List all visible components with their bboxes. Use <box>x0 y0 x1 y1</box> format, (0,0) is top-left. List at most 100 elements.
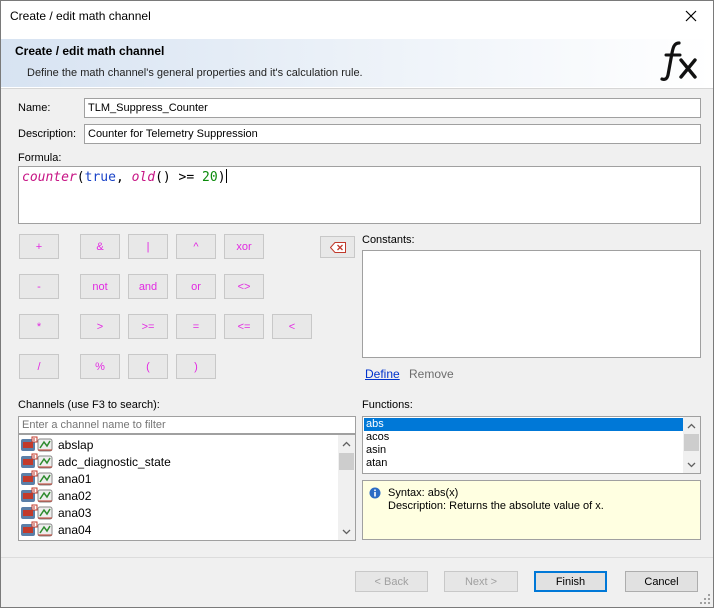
channel-name: ana02 <box>58 488 92 503</box>
list-item[interactable]: ana04 <box>20 521 91 538</box>
op-lt-button[interactable]: < <box>272 314 312 339</box>
formula-function: counter <box>22 170 77 185</box>
fx-icon <box>660 41 697 81</box>
window-title: Create / edit math channel <box>10 9 151 23</box>
scroll-down-arrow[interactable] <box>338 523 355 540</box>
syntax-text: Syntax: abs(x) <box>388 487 459 499</box>
op-lparen-button[interactable]: ( <box>128 354 168 379</box>
op-not-button[interactable]: not <box>80 274 120 299</box>
op-lte-button[interactable]: <= <box>224 314 264 339</box>
finish-button[interactable]: Finish <box>534 571 607 592</box>
channel-name: abslap <box>58 437 94 452</box>
op-gte-button[interactable]: >= <box>128 314 168 339</box>
channels-label: Channels (use F3 to search): <box>18 399 160 411</box>
op-or-button[interactable]: or <box>176 274 216 299</box>
formula-function: old <box>131 170 156 185</box>
scroll-down-arrow[interactable] <box>683 456 700 473</box>
define-link[interactable]: Define <box>365 367 400 381</box>
remove-link[interactable]: Remove <box>409 367 454 381</box>
op-amp-button[interactable]: & <box>80 234 120 259</box>
title-bar: Create / edit math channel <box>1 1 713 31</box>
dialog-header: Create / edit math channel Define the ma… <box>1 31 713 89</box>
op-div-button[interactable]: / <box>19 354 59 379</box>
formula-text: ) <box>217 170 226 185</box>
name-label: Name: <box>18 102 51 114</box>
list-item[interactable]: ana03 <box>20 504 91 521</box>
math-channel-dialog: Create / edit math channel Create / edit… <box>0 0 714 608</box>
formula-text: , <box>115 170 132 185</box>
list-item[interactable]: adc_diagnostic_state <box>20 453 171 470</box>
formula-text: () >= <box>155 170 203 185</box>
chevron-down-icon <box>687 462 696 467</box>
op-mod-button[interactable]: % <box>80 354 120 379</box>
description-input[interactable]: Counter for Telemetry Suppression <box>84 124 701 144</box>
functions-label: Functions: <box>362 399 413 411</box>
functions-scrollbar[interactable] <box>683 417 700 473</box>
op-xor-button[interactable]: xor <box>224 234 264 259</box>
formula-keyword: true <box>84 170 116 185</box>
syntax-help-box: Syntax: abs(x) Description: Returns the … <box>362 480 701 540</box>
op-and-button[interactable]: and <box>128 274 168 299</box>
description-label: Description: <box>18 128 77 140</box>
channels-list[interactable]: abslap adc_diagnostic_state ana01 ana02 … <box>18 434 356 541</box>
function-item-acos[interactable]: acos <box>364 431 683 444</box>
list-item[interactable]: ana02 <box>20 487 91 504</box>
scroll-up-arrow[interactable] <box>338 435 355 452</box>
header-title: Create / edit math channel <box>15 44 165 58</box>
channel-name: ana01 <box>58 471 92 486</box>
cancel-button[interactable]: Cancel <box>625 571 698 592</box>
list-item[interactable]: ana01 <box>20 470 91 487</box>
close-icon <box>685 10 697 22</box>
channel-icon <box>21 521 53 537</box>
channel-icon <box>21 436 53 452</box>
op-mult-button[interactable]: * <box>19 314 59 339</box>
op-pipe-button[interactable]: | <box>128 234 168 259</box>
backspace-icon <box>329 241 346 253</box>
channel-icon <box>21 487 53 503</box>
info-icon <box>369 487 381 499</box>
channel-icon <box>21 453 53 469</box>
op-caret-button[interactable]: ^ <box>176 234 216 259</box>
channel-icon <box>21 470 53 486</box>
constants-label: Constants: <box>362 234 415 246</box>
op-gt-button[interactable]: > <box>80 314 120 339</box>
resize-grip-icon[interactable] <box>699 593 711 605</box>
next-button[interactable]: Next > <box>444 571 518 592</box>
syntax-description: Description: Returns the absolute value … <box>388 500 604 512</box>
formula-label: Formula: <box>18 152 62 164</box>
channel-filter[interactable] <box>18 416 356 434</box>
function-item-abs[interactable]: abs <box>364 418 683 431</box>
channel-icon <box>21 504 53 520</box>
back-button[interactable]: < Back <box>355 571 428 592</box>
formula-number: 20 <box>202 170 218 185</box>
op-eq-button[interactable]: = <box>176 314 216 339</box>
chevron-up-icon <box>687 423 696 428</box>
formula-text: ( <box>76 170 85 185</box>
channels-scrollbar[interactable] <box>338 435 355 540</box>
functions-list[interactable]: abs acos asin atan <box>362 416 701 474</box>
close-button[interactable] <box>669 1 713 31</box>
scroll-up-arrow[interactable] <box>683 417 700 434</box>
scroll-thumb[interactable] <box>684 434 699 451</box>
op-rparen-button[interactable]: ) <box>176 354 216 379</box>
constants-list[interactable] <box>362 250 701 358</box>
formula-editor[interactable]: counter(true, old() >= 20) <box>18 166 701 224</box>
channel-name: adc_diagnostic_state <box>58 454 171 469</box>
footer-divider <box>1 557 713 558</box>
op-minus-button[interactable]: - <box>19 274 59 299</box>
function-item-atan[interactable]: atan <box>364 457 683 470</box>
text-cursor <box>225 169 227 183</box>
chevron-up-icon <box>342 441 351 446</box>
channel-filter-input[interactable] <box>22 419 352 431</box>
op-neq-button[interactable]: <> <box>224 274 264 299</box>
list-item[interactable]: abslap <box>20 436 93 453</box>
op-plus-button[interactable]: + <box>19 234 59 259</box>
chevron-down-icon <box>342 529 351 534</box>
name-input[interactable]: TLM_Suppress_Counter <box>84 98 701 118</box>
scroll-thumb[interactable] <box>339 453 354 470</box>
channel-name: ana04 <box>58 522 92 537</box>
backspace-button[interactable] <box>320 236 355 258</box>
function-item-asin[interactable]: asin <box>364 444 683 457</box>
channel-name: ana03 <box>58 505 92 520</box>
header-description: Define the math channel's general proper… <box>27 67 363 79</box>
